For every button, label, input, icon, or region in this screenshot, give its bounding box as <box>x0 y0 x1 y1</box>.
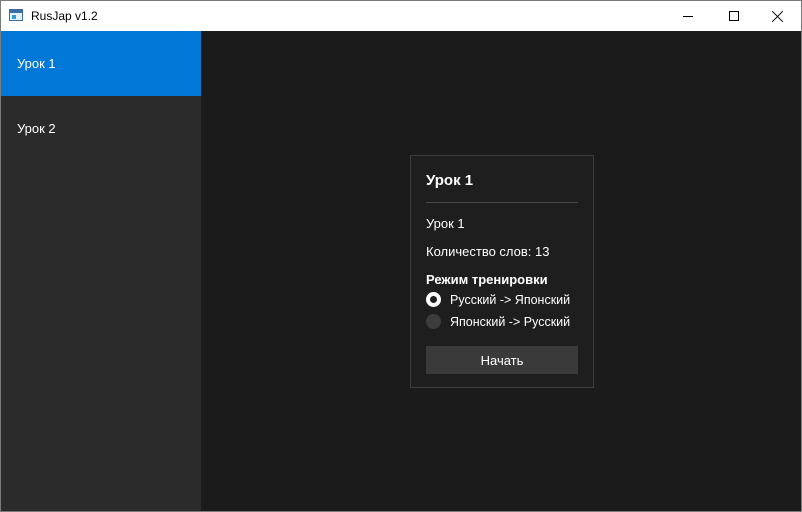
radio-unchecked-icon[interactable] <box>426 314 441 329</box>
mode-option-label: Японский -> Русский <box>450 314 571 329</box>
mode-option-jap-rus[interactable]: Японский -> Русский <box>426 311 578 332</box>
word-count: Количество слов: 13 <box>426 244 550 259</box>
mode-option-label: Русский -> Японский <box>450 292 571 307</box>
app-window: RusJap v1.2 Урок 1 Урок 2 Урок 1 Урок 1 … <box>0 0 802 512</box>
lesson-title: Урок 1 <box>426 172 578 203</box>
close-icon <box>772 10 784 22</box>
window-title: RusJap v1.2 <box>31 9 98 23</box>
title-bar[interactable]: RusJap v1.2 <box>1 1 801 31</box>
app-window-icon <box>9 9 23 21</box>
maximize-button[interactable] <box>711 1 757 31</box>
maximize-icon <box>729 11 739 21</box>
lesson-sidebar: Урок 1 Урок 2 <box>1 31 201 511</box>
training-mode-heading: Режим тренировки <box>426 272 548 287</box>
minimize-button[interactable] <box>665 1 711 31</box>
lesson-card: Урок 1 Урок 1 Количество слов: 13 Режим … <box>410 155 594 388</box>
close-button[interactable] <box>755 1 801 31</box>
lesson-description: Урок 1 <box>426 216 465 231</box>
sidebar-item-label: Урок 2 <box>17 121 56 136</box>
sidebar-item-label: Урок 1 <box>17 56 56 71</box>
radio-checked-icon[interactable] <box>426 292 441 307</box>
sidebar-item-lesson-1[interactable]: Урок 1 <box>1 31 201 96</box>
sidebar-item-lesson-2[interactable]: Урок 2 <box>1 96 201 161</box>
main-content: Урок 1 Урок 1 Количество слов: 13 Режим … <box>201 31 801 511</box>
mode-option-rus-jap[interactable]: Русский -> Японский <box>426 289 578 310</box>
start-button[interactable]: Начать <box>426 346 578 374</box>
minimize-icon <box>683 15 693 17</box>
